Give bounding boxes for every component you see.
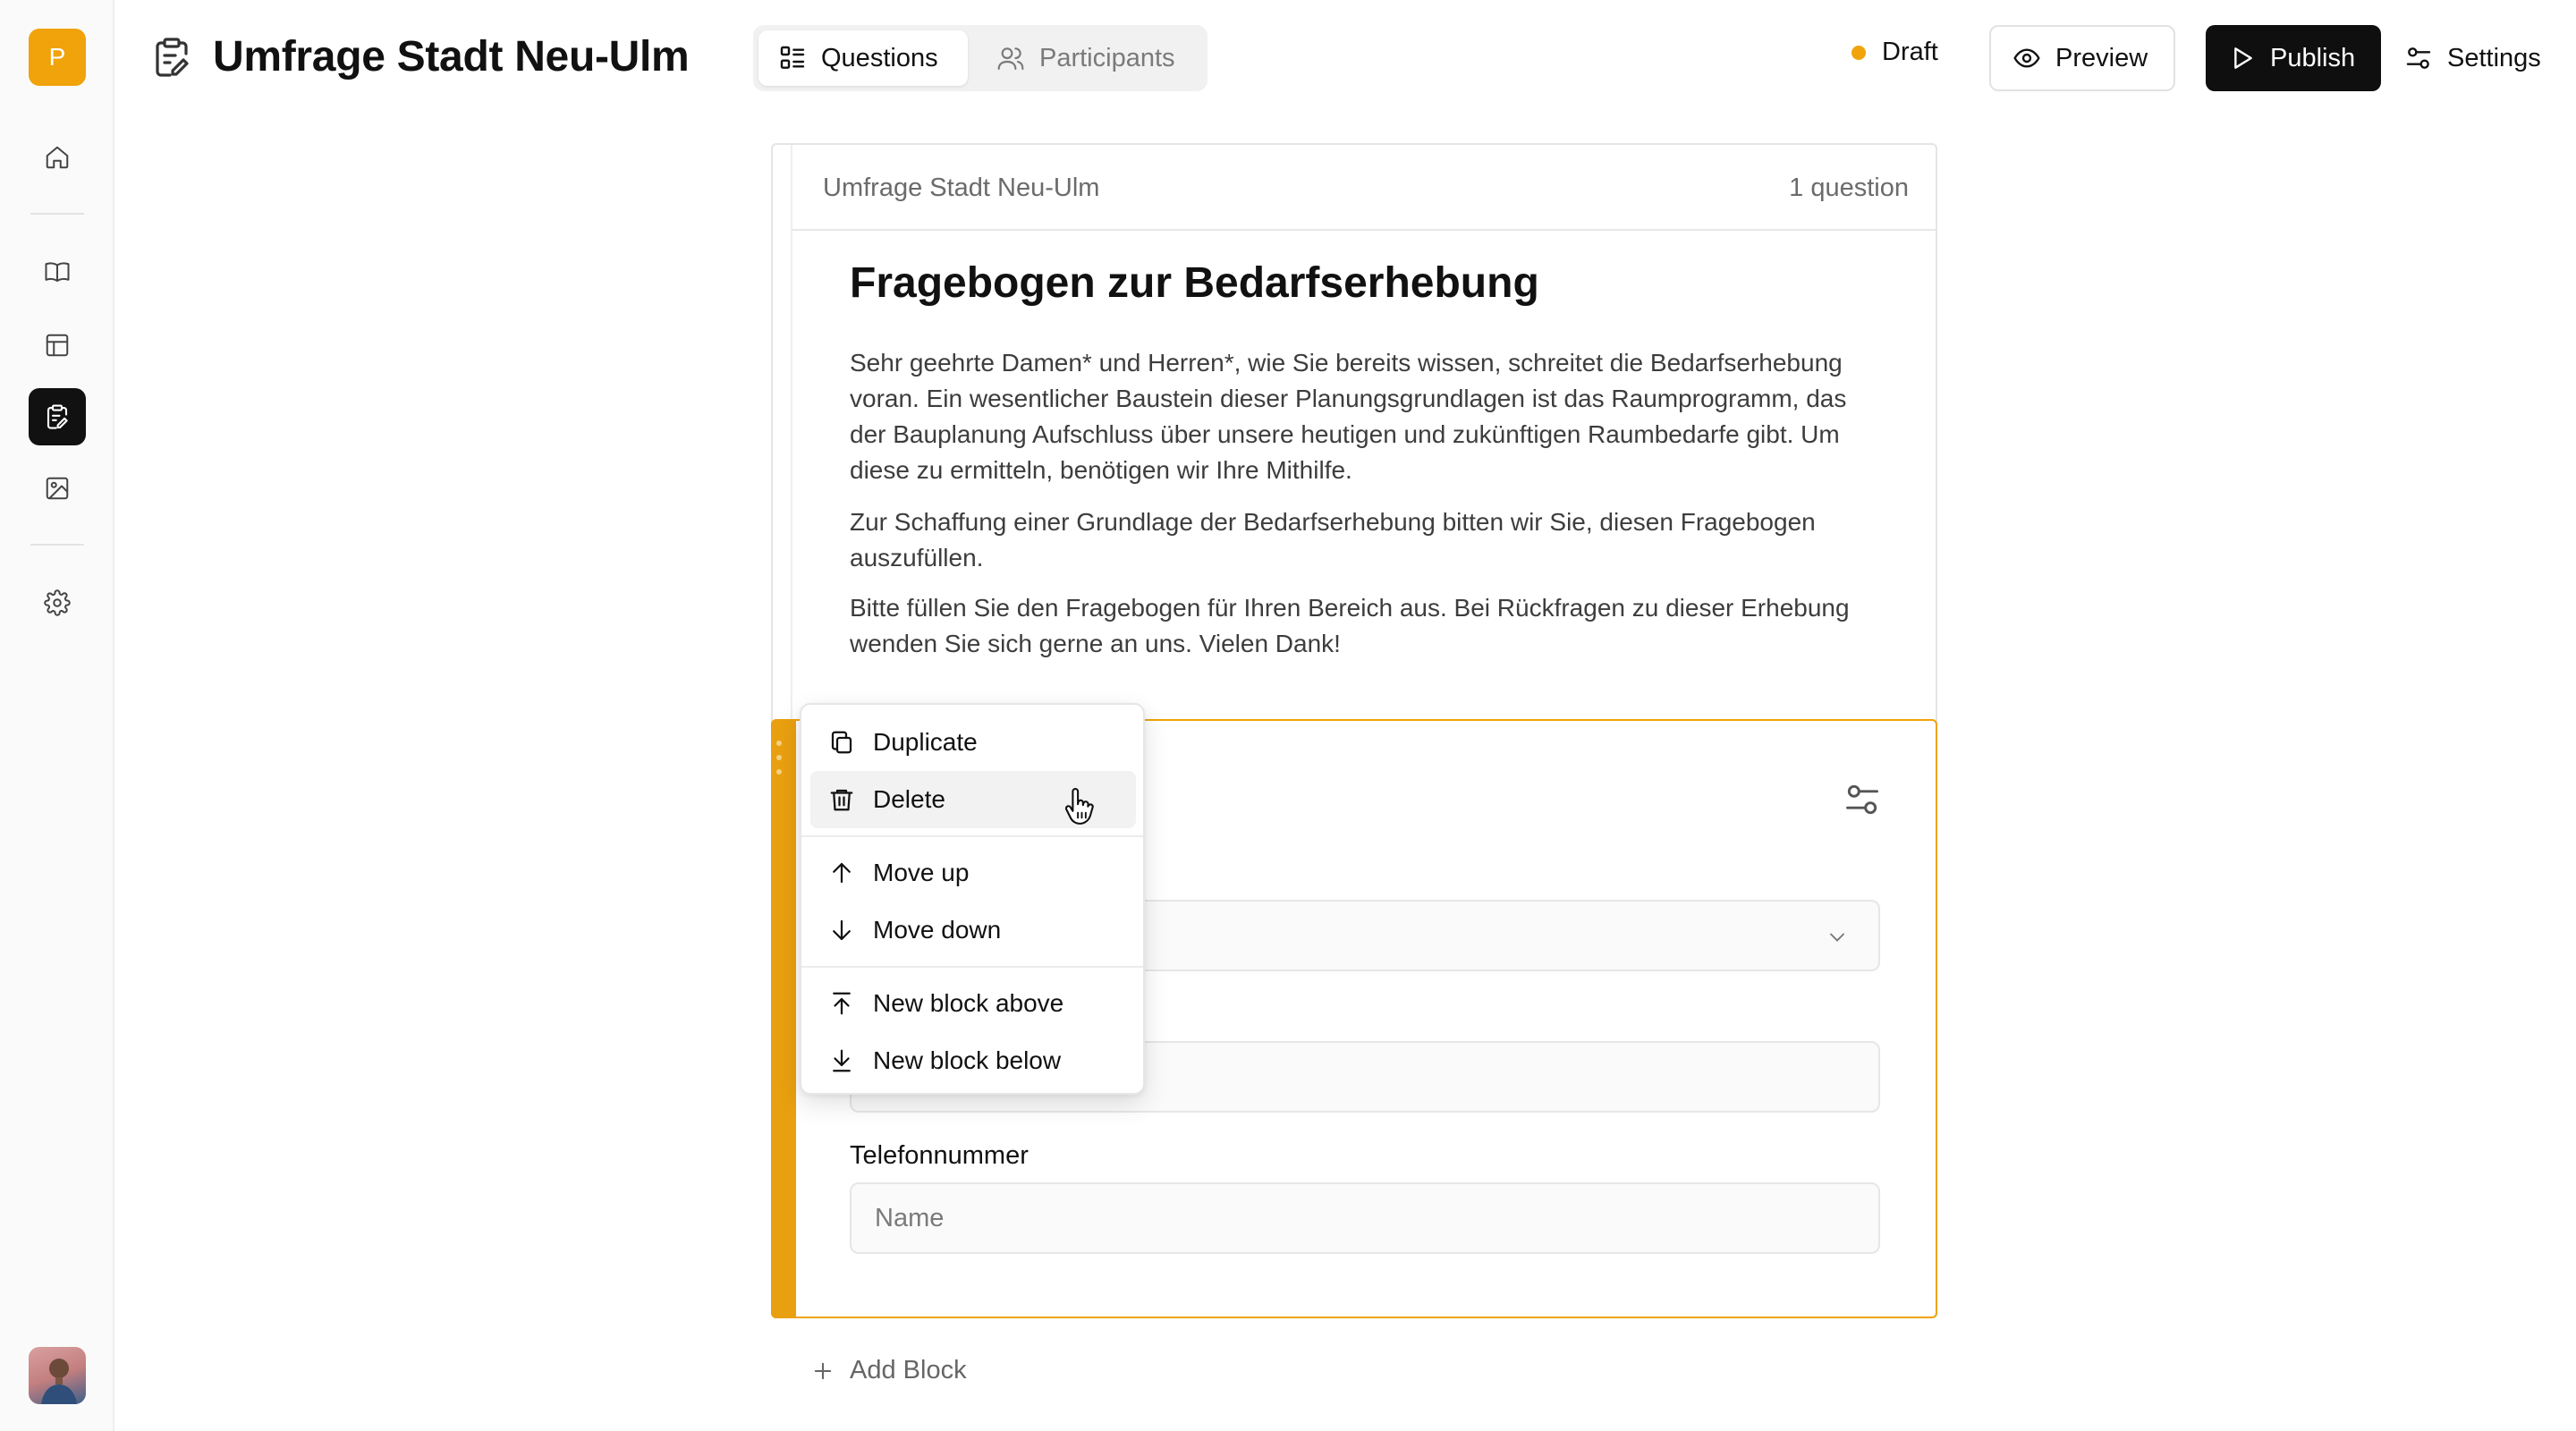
- play-icon: [2234, 47, 2252, 69]
- user-avatar[interactable]: [29, 1347, 86, 1404]
- block-gutter: [773, 145, 792, 721]
- book-icon: [45, 262, 70, 282]
- users-icon: [997, 47, 1024, 71]
- status-badge: Draft: [1852, 38, 1938, 67]
- menu-item-move-up[interactable]: Move up: [810, 844, 1136, 902]
- question-count: 1 question: [1789, 174, 1909, 202]
- view-tabs: Questions Participants: [753, 25, 1208, 91]
- survey-name: Umfrage Stadt Neu-Ulm: [823, 174, 1100, 202]
- field-placeholder: Name: [875, 1204, 945, 1232]
- menu-item-label: Move up: [873, 859, 970, 886]
- chevron-down-icon: [1830, 933, 1844, 942]
- block-accent-bar: [771, 719, 796, 1318]
- sidebar-item-surveys[interactable]: [29, 388, 86, 445]
- sidebar-item-settings[interactable]: [29, 574, 86, 631]
- block-context-menu: Duplicate Delete Move up Move down New b…: [800, 703, 1145, 1095]
- status-dot: [1852, 45, 1866, 60]
- tab-questions-label: Questions: [821, 43, 938, 72]
- plus-icon: [814, 1362, 832, 1379]
- menu-item-label: Move down: [873, 916, 1002, 944]
- avatar-portrait: [41, 1359, 77, 1404]
- arrow-up-to-line-icon: [833, 992, 851, 1015]
- image-icon: [46, 477, 69, 500]
- block-settings-icon[interactable]: [1843, 780, 1882, 819]
- tab-questions[interactable]: Questions: [758, 30, 968, 86]
- sidebar-item-library[interactable]: [29, 243, 86, 301]
- add-block-button[interactable]: Add Block: [810, 1356, 967, 1385]
- menu-item-new-block-above[interactable]: New block above: [810, 975, 1136, 1032]
- status-label: Draft: [1882, 38, 1938, 66]
- arrow-up-icon: [833, 862, 851, 884]
- gear-icon: [44, 589, 71, 616]
- sidebar: P: [0, 0, 114, 1431]
- drag-handle[interactable]: [776, 741, 785, 785]
- sidebar-item-table[interactable]: [29, 317, 86, 374]
- intro-paragraph[interactable]: Zur Schaffung einer Grundlage der Bedarf…: [850, 504, 1887, 576]
- preview-label: Preview: [2055, 43, 2148, 72]
- menu-item-new-block-below[interactable]: New block below: [810, 1032, 1136, 1089]
- publish-label: Publish: [2270, 43, 2356, 72]
- menu-item-label: Delete: [873, 785, 945, 813]
- field-label: Telefonnummer: [850, 1141, 1029, 1170]
- publish-button[interactable]: Publish: [2206, 25, 2381, 91]
- clipboard-icon: [47, 404, 68, 429]
- menu-divider: [801, 966, 1143, 968]
- logo-letter: P: [48, 43, 66, 71]
- workspace-logo[interactable]: P: [29, 29, 86, 86]
- arrow-down-to-line-icon: [833, 1049, 851, 1072]
- tab-participants-label: Participants: [1039, 43, 1175, 72]
- sidebar-divider: [30, 213, 84, 215]
- intro-paragraph[interactable]: Bitte füllen Sie den Fragebogen für Ihre…: [850, 590, 1887, 662]
- eye-icon: [2013, 48, 2040, 68]
- add-block-label: Add Block: [850, 1356, 967, 1384]
- trash-icon: [830, 789, 853, 811]
- preview-button[interactable]: Preview: [1989, 25, 2175, 91]
- intro-title[interactable]: Fragebogen zur Bedarfserhebung: [850, 256, 1539, 311]
- table-icon: [46, 334, 69, 357]
- menu-divider: [801, 835, 1143, 837]
- menu-item-label: Duplicate: [873, 728, 978, 756]
- survey-clipboard-icon: [156, 38, 189, 77]
- sliders-icon: [2406, 47, 2431, 69]
- arrow-down-icon: [833, 919, 851, 941]
- list-icon: [780, 46, 805, 69]
- sidebar-item-media[interactable]: [29, 460, 86, 517]
- menu-item-label: New block below: [873, 1046, 1062, 1074]
- menu-item-move-down[interactable]: Move down: [810, 902, 1136, 959]
- menu-item-label: New block above: [873, 989, 1064, 1017]
- page-title: Umfrage Stadt Neu-Ulm: [213, 33, 690, 80]
- settings-label: Settings: [2447, 43, 2541, 72]
- settings-button[interactable]: Settings: [2404, 25, 2556, 91]
- phone-number-field[interactable]: Name: [850, 1182, 1880, 1254]
- sidebar-item-home[interactable]: [29, 129, 86, 186]
- tab-participants[interactable]: Participants: [977, 30, 1195, 86]
- survey-card-header: Umfrage Stadt Neu-Ulm 1 question: [792, 145, 1936, 231]
- intro-paragraph[interactable]: Sehr geehrte Damen* und Herren*, wie Sie…: [850, 345, 1887, 488]
- menu-item-duplicate[interactable]: Duplicate: [810, 714, 1136, 771]
- copy-icon: [831, 731, 852, 754]
- home-icon: [46, 146, 69, 169]
- hand-cursor-icon: [1064, 788, 1094, 825]
- sidebar-divider: [30, 544, 84, 546]
